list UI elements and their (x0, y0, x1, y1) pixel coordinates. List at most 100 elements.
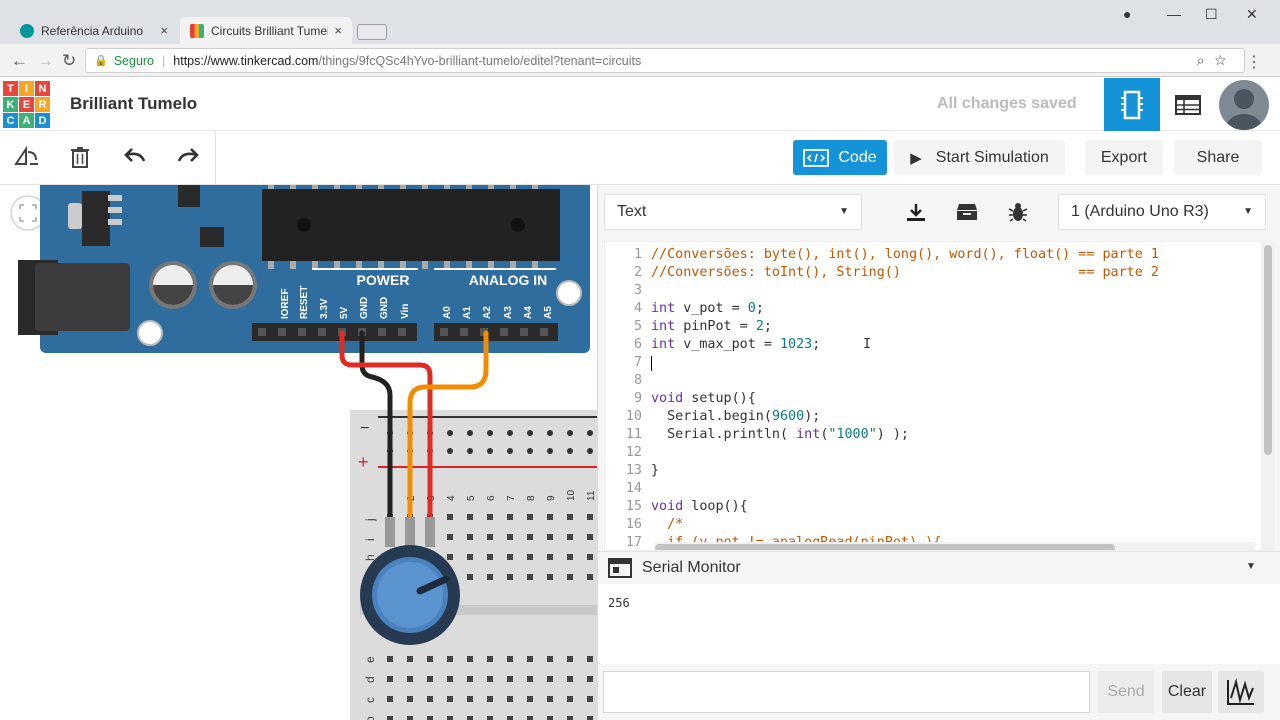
breadboard-hole[interactable] (407, 656, 413, 662)
breadboard-hole[interactable] (547, 574, 553, 580)
clear-button[interactable]: Clear (1162, 671, 1212, 713)
breadboard-hole[interactable] (387, 696, 393, 702)
browser-menu-icon[interactable]: ⋮ (1246, 52, 1262, 72)
breadboard-hole[interactable] (547, 534, 553, 540)
breadboard-hole[interactable] (527, 534, 533, 540)
vertical-scrollbar[interactable] (1261, 241, 1275, 551)
tinkercad-logo[interactable]: T I N K E R C A D (3, 81, 50, 128)
url-input[interactable]: 🔒 Seguro | https://www.tinkercad.com/thi… (85, 48, 1245, 73)
breadboard-hole[interactable] (447, 534, 453, 540)
circuit-drawing[interactable]: POWER ANALOG IN IOREF RESET 3.3V 5V GND … (0, 185, 597, 720)
breadboard-hole[interactable] (447, 554, 453, 560)
breadboard-hole[interactable] (407, 676, 413, 682)
trash-icon[interactable] (70, 146, 90, 174)
breadboard-hole[interactable] (527, 696, 533, 702)
breadboard-hole[interactable] (447, 676, 453, 682)
breadboard-hole[interactable] (507, 574, 513, 580)
arduino-board[interactable]: POWER ANALOG IN IOREF RESET 3.3V 5V GND … (18, 185, 590, 353)
breadboard-hole[interactable] (467, 514, 473, 520)
close-window-icon[interactable]: ✕ (1246, 6, 1258, 23)
breadboard-hole[interactable] (587, 656, 593, 662)
breadboard-hole[interactable] (387, 656, 393, 662)
breadboard-hole[interactable] (447, 716, 453, 720)
breadboard-hole[interactable] (587, 716, 593, 720)
breadboard-hole[interactable] (567, 554, 573, 560)
breadboard-hole[interactable] (467, 534, 473, 540)
breadboard-hole[interactable] (467, 574, 473, 580)
serial-monitor-header[interactable]: Serial Monitor ▼ (598, 551, 1280, 583)
breadboard-hole[interactable] (507, 716, 513, 720)
tab-referencia-arduino[interactable]: Referência Arduino × (10, 17, 178, 44)
project-title[interactable]: Brilliant Tumelo (70, 94, 197, 114)
breadboard-hole[interactable] (507, 676, 513, 682)
breadboard-hole[interactable] (567, 574, 573, 580)
redo-icon[interactable] (177, 146, 199, 169)
code-mode-select[interactable]: Text ▼ (604, 194, 862, 230)
breadboard-hole[interactable] (467, 554, 473, 560)
breadboard-hole[interactable] (547, 716, 553, 720)
rotate-icon[interactable] (14, 145, 40, 172)
horizontal-scrollbar[interactable] (655, 542, 1255, 550)
profile-icon[interactable]: ● (1123, 6, 1131, 22)
scroll-thumb[interactable] (1264, 245, 1272, 455)
forward-icon[interactable]: → (37, 51, 54, 71)
breadboard-hole[interactable] (387, 716, 393, 720)
reload-icon[interactable]: ↻ (62, 51, 76, 71)
breadboard-hole[interactable] (527, 574, 533, 580)
download-code-button[interactable] (897, 194, 935, 230)
device-select[interactable]: 1 (Arduino Uno R3) ▼ (1058, 194, 1266, 230)
new-tab-button[interactable] (357, 24, 387, 40)
breadboard-hole[interactable] (587, 534, 593, 540)
breadboard-hole[interactable] (427, 696, 433, 702)
close-icon[interactable]: × (334, 23, 342, 38)
schematic-view-button[interactable] (1160, 78, 1216, 131)
share-button[interactable]: Share (1174, 140, 1262, 175)
breadboard-hole[interactable] (587, 696, 593, 702)
breadboard-hole[interactable] (507, 534, 513, 540)
breadboard-hole[interactable] (447, 514, 453, 520)
breadboard-hole[interactable] (407, 716, 413, 720)
breadboard-hole[interactable] (487, 514, 493, 520)
breadboard-hole[interactable] (467, 716, 473, 720)
breadboard-hole[interactable] (427, 676, 433, 682)
breadboard-hole[interactable] (527, 656, 533, 662)
breadboard-hole[interactable] (567, 514, 573, 520)
code-editor[interactable]: 1//Conversões: byte(), int(), long(), wo… (604, 241, 1262, 551)
close-icon[interactable]: × (160, 23, 168, 38)
graph-toggle-button[interactable] (1218, 671, 1264, 713)
breadboard-hole[interactable] (567, 716, 573, 720)
breadboard-hole[interactable] (567, 696, 573, 702)
breadboard-hole[interactable] (527, 554, 533, 560)
breadboard-hole[interactable] (587, 676, 593, 682)
breadboard-hole[interactable] (447, 656, 453, 662)
breadboard-hole[interactable] (487, 656, 493, 662)
breadboard-hole[interactable] (507, 514, 513, 520)
breadboard-hole[interactable] (587, 514, 593, 520)
zoom-star-icons[interactable]: ⌕☆ (1197, 52, 1236, 69)
send-button[interactable]: Send (1098, 671, 1154, 713)
breadboard-hole[interactable] (527, 676, 533, 682)
breadboard-hole[interactable] (527, 716, 533, 720)
serial-input[interactable] (603, 671, 1090, 713)
chevron-down-icon[interactable]: ▼ (1246, 561, 1256, 572)
breadboard-hole[interactable] (467, 696, 473, 702)
circuit-canvas[interactable]: POWER ANALOG IN IOREF RESET 3.3V 5V GND … (0, 185, 597, 720)
export-button[interactable]: Export (1085, 140, 1163, 175)
breadboard-hole[interactable] (487, 696, 493, 702)
breadboard-hole[interactable] (507, 656, 513, 662)
maximize-icon[interactable]: ☐ (1205, 6, 1218, 23)
debugger-button[interactable] (999, 194, 1037, 230)
breadboard-hole[interactable] (567, 656, 573, 662)
breadboard-hole[interactable] (547, 514, 553, 520)
start-simulation-button[interactable]: ▶ Start Simulation (894, 140, 1065, 175)
undo-icon[interactable] (124, 146, 146, 169)
breadboard-hole[interactable] (547, 696, 553, 702)
breadboard-hole[interactable] (447, 696, 453, 702)
fit-view-icon[interactable] (10, 195, 46, 231)
breadboard-hole[interactable] (487, 554, 493, 560)
breadboard-hole[interactable] (547, 676, 553, 682)
breadboard-hole[interactable] (587, 574, 593, 580)
breadboard-hole[interactable] (467, 656, 473, 662)
back-icon[interactable]: ← (11, 51, 28, 71)
breadboard-hole[interactable] (427, 656, 433, 662)
